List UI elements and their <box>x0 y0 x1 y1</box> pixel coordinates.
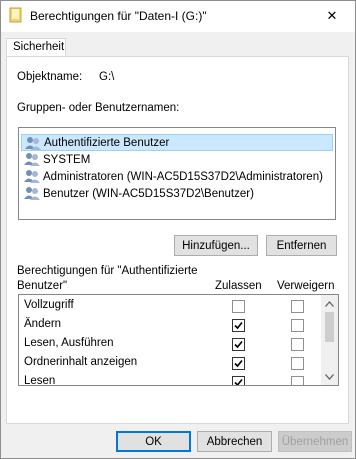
ok-button[interactable]: OK <box>116 431 191 452</box>
allow-checkbox[interactable] <box>232 300 245 313</box>
permissions-label-line2: Benutzer" <box>17 280 68 292</box>
add-button[interactable]: Hinzufügen... <box>174 235 258 256</box>
remove-button[interactable]: Entfernen <box>266 235 337 256</box>
cancel-button[interactable]: Abbrechen <box>197 431 272 452</box>
users-icon <box>24 169 41 183</box>
window-title: Berechtigungen für "Daten-I (G:)" <box>30 9 207 23</box>
table-row: Ordnerinhalt anzeigen <box>19 354 319 373</box>
table-row: Lesen, Ausführen <box>19 335 319 354</box>
permissions-label-line1: Berechtigungen für "Authentifizierte <box>17 265 198 277</box>
apply-button[interactable]: Übernehmen <box>278 431 352 452</box>
list-item[interactable]: SYSTEM <box>21 151 90 168</box>
chevron-down-icon <box>325 373 334 380</box>
table-row: Vollzugriff <box>19 297 319 316</box>
deny-checkbox[interactable] <box>291 376 304 385</box>
permission-name: Lesen, Ausführen <box>24 337 114 349</box>
object-name-value: G:\ <box>99 71 115 83</box>
list-item-label: SYSTEM <box>43 153 91 166</box>
permissions-scrollbar[interactable] <box>321 295 338 385</box>
folder-icon <box>9 7 23 23</box>
list-item-label: Authentifizierte Benutzer <box>44 136 170 149</box>
tab-security[interactable]: Sicherheit <box>6 38 66 58</box>
scroll-thumb[interactable] <box>325 312 334 342</box>
allow-checkbox[interactable] <box>232 319 245 332</box>
close-icon: ✕ <box>326 8 338 23</box>
groups-label: Gruppen- oder Benutzernamen: <box>17 102 180 114</box>
list-item-label: Benutzer (WIN-AC5D15S37D2\Benutzer) <box>43 187 254 200</box>
scroll-up-arrow[interactable] <box>321 295 338 312</box>
list-item-label: Administratoren (WIN-AC5D15S37D2\Adminis… <box>43 170 323 183</box>
permission-name: Lesen <box>24 375 56 386</box>
chevron-up-icon <box>325 300 334 307</box>
permission-name: Ändern <box>24 318 62 330</box>
permissions-table: Vollzugriff Ändern Lesen, Ausführen Ordn… <box>18 294 339 386</box>
col-deny-header: Verweigern <box>277 280 335 292</box>
deny-checkbox[interactable] <box>291 338 304 351</box>
object-name-label: Objektname: <box>17 71 83 83</box>
scroll-down-arrow[interactable] <box>321 368 338 385</box>
allow-checkbox[interactable] <box>232 338 245 351</box>
users-icon <box>25 136 42 150</box>
deny-checkbox[interactable] <box>291 357 304 370</box>
deny-checkbox[interactable] <box>291 319 304 332</box>
col-allow-header: Zulassen <box>215 280 262 292</box>
close-button[interactable]: ✕ <box>309 1 355 31</box>
deny-checkbox[interactable] <box>291 300 304 313</box>
users-icon <box>24 186 41 200</box>
permissions-dialog: Berechtigungen für "Daten-I (G:)" ✕ Sich… <box>0 0 356 459</box>
table-row: Lesen <box>19 373 319 386</box>
users-icon <box>24 152 41 166</box>
list-item[interactable]: Authentifizierte Benutzer <box>21 134 333 151</box>
groups-listbox[interactable]: Authentifizierte Benutzer SYSTEM Adminis… <box>18 127 336 220</box>
list-item[interactable]: Benutzer (WIN-AC5D15S37D2\Benutzer) <box>21 185 254 202</box>
title-bar: Berechtigungen für "Daten-I (G:)" ✕ <box>1 1 355 32</box>
allow-checkbox[interactable] <box>232 376 245 385</box>
allow-checkbox[interactable] <box>232 357 245 370</box>
list-item[interactable]: Administratoren (WIN-AC5D15S37D2\Adminis… <box>21 168 323 185</box>
permission-name: Vollzugriff <box>24 299 74 311</box>
tab-strip: Sicherheit <box>1 32 355 58</box>
permission-name: Ordnerinhalt anzeigen <box>24 356 138 368</box>
table-row: Ändern <box>19 316 319 335</box>
